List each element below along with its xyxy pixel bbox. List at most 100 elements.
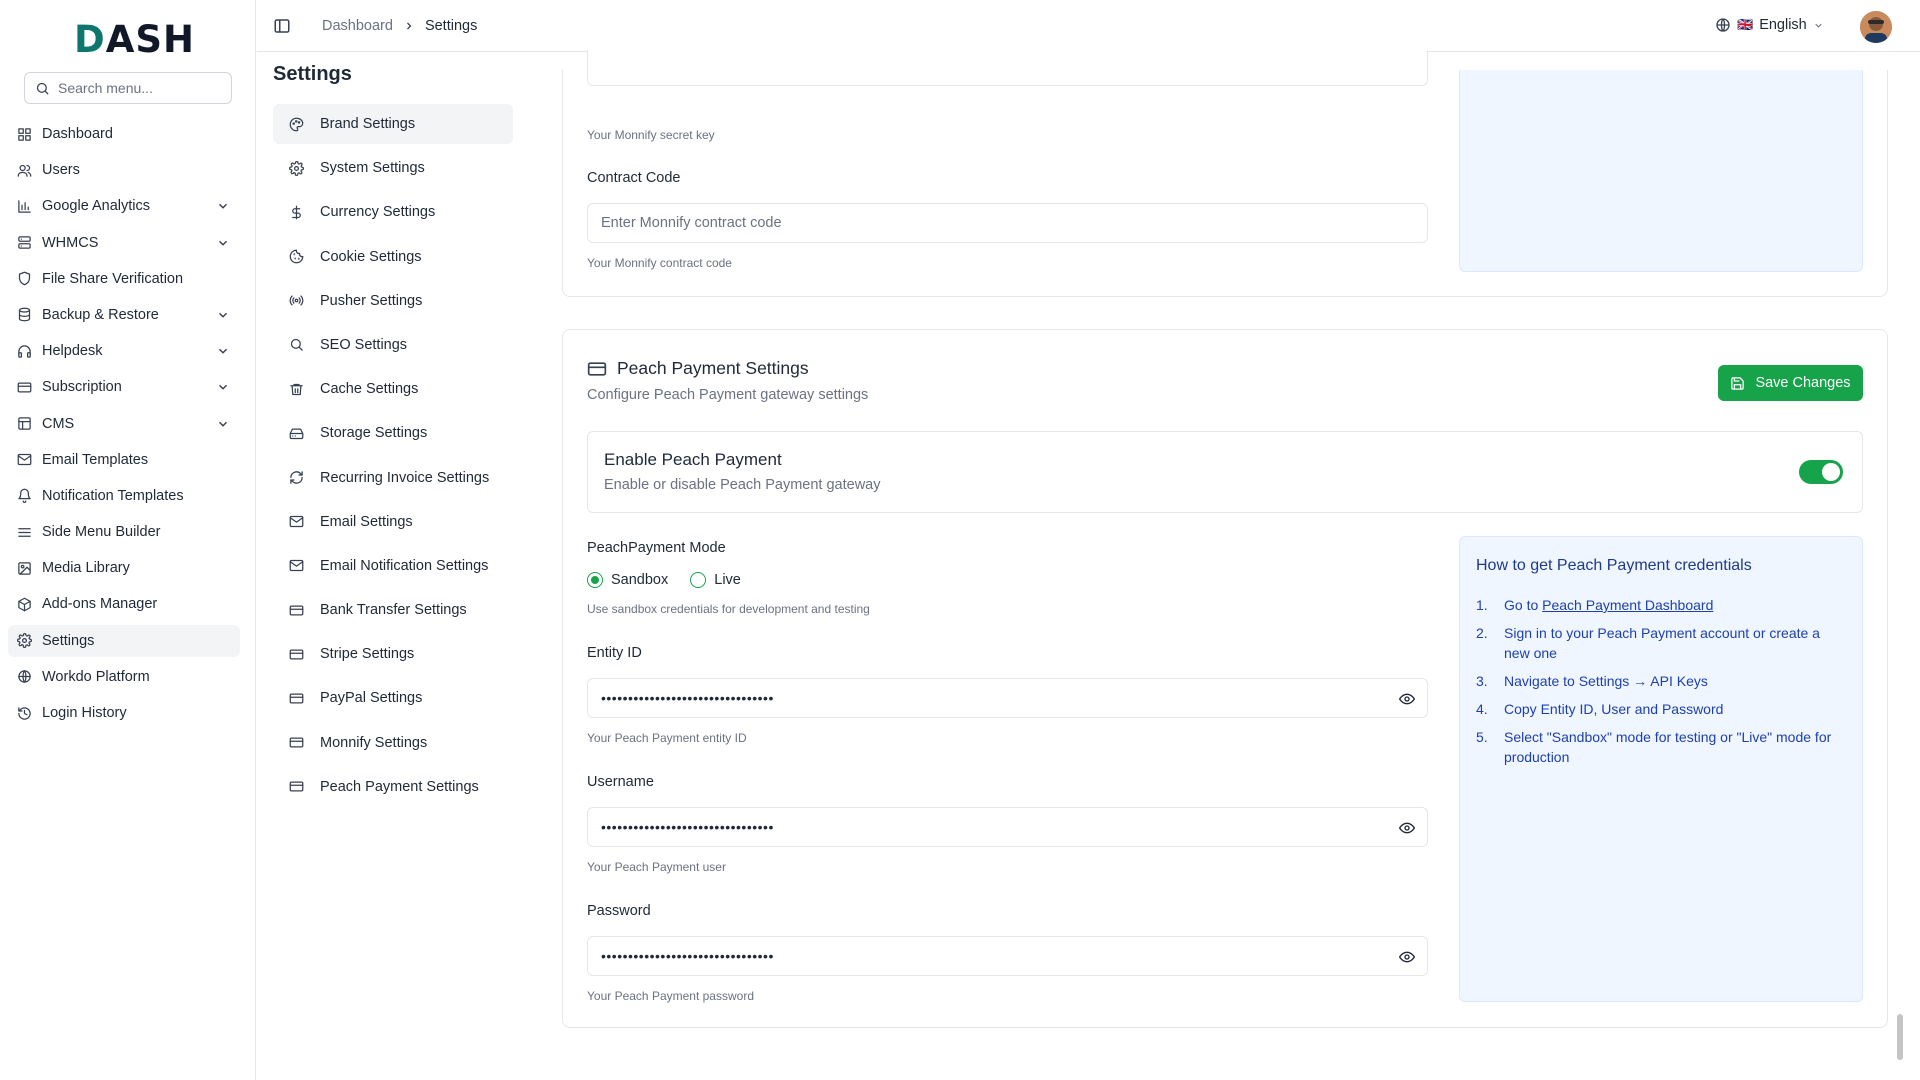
eye-icon[interactable]	[1399, 820, 1415, 836]
entity-id-label: Entity ID	[587, 645, 642, 661]
settings-nav-bank-transfer-settings[interactable]: Bank Transfer Settings	[273, 590, 513, 630]
radio-live-dot[interactable]	[690, 572, 707, 588]
settings-nav-recurring-invoice-settings[interactable]: Recurring Invoice Settings	[273, 458, 513, 498]
save-changes-button[interactable]: Save Changes	[1718, 365, 1863, 401]
radio-sandbox-dot[interactable]	[587, 572, 603, 588]
eye-icon[interactable]	[1399, 691, 1415, 707]
sidebar-item-file-share-verification[interactable]: File Share Verification	[8, 263, 240, 295]
settings-nav-paypal-settings[interactable]: PayPal Settings	[273, 678, 513, 718]
settings-nav-currency-settings[interactable]: Currency Settings	[273, 192, 513, 232]
step-number: 1.	[1476, 597, 1488, 613]
peach-dashboard-link[interactable]: Peach Payment Dashboard	[1542, 597, 1713, 613]
radio-sandbox[interactable]: Sandbox	[587, 572, 668, 588]
settings-nav-label: SEO Settings	[320, 336, 408, 353]
layout-icon	[18, 417, 31, 430]
breadcrumb: Dashboard Settings	[322, 18, 477, 34]
sidebar-item-label: Helpdesk	[42, 343, 103, 360]
sidebar-item-media-library[interactable]: Media Library	[8, 552, 240, 584]
mode-label: PeachPayment Mode	[587, 540, 726, 556]
chevron-down-icon	[1815, 23, 1822, 28]
sidebar-item-label: Workdo Platform	[42, 668, 150, 685]
sidebar-item-workdo-platform[interactable]: Workdo Platform	[8, 661, 240, 693]
sidebar-item-side-menu-builder[interactable]: Side Menu Builder	[8, 516, 240, 548]
settings-nav-email-settings[interactable]: Email Settings	[273, 502, 513, 542]
sidebar-item-google-analytics[interactable]: Google Analytics	[8, 190, 240, 222]
sidebar-item-label: File Share Verification	[42, 270, 184, 287]
settings-nav-seo-settings[interactable]: SEO Settings	[273, 325, 513, 365]
settings-nav-peach-payment-settings[interactable]: Peach Payment Settings	[273, 767, 513, 807]
language-label: English	[1759, 17, 1807, 33]
how-to-title: How to get Peach Payment credentials	[1476, 557, 1752, 574]
sidebar-item-subscription[interactable]: Subscription	[8, 371, 240, 403]
settings-nav-stripe-settings[interactable]: Stripe Settings	[273, 634, 513, 674]
dollar-icon	[292, 205, 301, 220]
sidebar-item-label: Google Analytics	[42, 198, 151, 215]
settings-nav-label: Cookie Settings	[320, 248, 422, 265]
monnify-secret-key-input[interactable]	[587, 50, 1428, 86]
username-input[interactable]: ••••••••••••••••••••••••••••••••	[587, 807, 1428, 847]
enable-title: Enable Peach Payment	[604, 450, 782, 469]
app-logo[interactable]: DASH	[74, 18, 195, 61]
image-icon	[18, 562, 31, 575]
username-label: Username	[587, 774, 654, 790]
sidebar-item-users[interactable]: Users	[8, 154, 240, 186]
sidebar-item-helpdesk[interactable]: Helpdesk	[8, 335, 240, 367]
settings-nav: Brand Settings System Settings Currency Se…	[273, 104, 513, 811]
contract-code-input[interactable]: Enter Monnify contract code	[587, 203, 1428, 243]
settings-nav-cache-settings[interactable]: Cache Settings	[273, 369, 513, 409]
peach-payment-settings-card: Peach Payment Settings Configure Peach P…	[562, 329, 1888, 1028]
monnify-info-box	[1459, 70, 1863, 272]
breadcrumb-dashboard[interactable]: Dashboard	[322, 18, 393, 34]
password-value: ••••••••••••••••••••••••••••••••	[601, 948, 774, 964]
radio-live[interactable]: Live	[690, 572, 741, 588]
settings-nav-system-settings[interactable]: System Settings	[273, 148, 513, 188]
enable-peach-payment-toggle[interactable]	[1799, 460, 1843, 484]
sidebar-item-settings[interactable]: Settings	[8, 624, 240, 657]
settings-nav-cookie-settings[interactable]: Cookie Settings	[273, 237, 513, 277]
sidebar-toggle-icon[interactable]	[273, 17, 291, 35]
sidebar-item-add-ons-manager[interactable]: Add-ons Manager	[8, 588, 240, 620]
password-input[interactable]: ••••••••••••••••••••••••••••••••	[587, 936, 1428, 976]
sidebar-item-notification-templates[interactable]: Notification Templates	[8, 480, 240, 512]
settings-nav-monnify-settings[interactable]: Monnify Settings	[273, 723, 513, 763]
chevron-down-icon	[218, 204, 228, 210]
sidebar-item-login-history[interactable]: Login History	[8, 697, 240, 729]
card-description: Configure Peach Payment gateway settings	[587, 387, 869, 403]
settings-nav-label: Currency Settings	[320, 204, 436, 221]
settings-nav-label: Recurring Invoice Settings	[320, 469, 490, 486]
mail-icon	[17, 454, 32, 466]
chevron-down-icon	[218, 240, 228, 246]
save-icon	[1731, 376, 1745, 390]
scrollbar-thumb[interactable]	[1897, 1014, 1903, 1060]
username-hint: Your Peach Payment user	[587, 860, 726, 874]
sidebar-item-whmcs[interactable]: WHMCS	[8, 227, 240, 259]
search-icon	[36, 82, 49, 95]
radio-sandbox-label: Sandbox	[611, 572, 669, 588]
headphones-icon	[18, 344, 31, 358]
search-icon	[290, 339, 303, 352]
sidebar-item-label: Users	[42, 162, 80, 179]
avatar[interactable]	[1860, 11, 1892, 43]
database-icon	[18, 308, 31, 322]
page-title: Settings	[273, 63, 352, 85]
settings-nav-email-notification-settings[interactable]: Email Notification Settings	[273, 546, 513, 586]
search-input[interactable]: Search menu...	[24, 72, 232, 104]
radio-live-label: Live	[714, 572, 741, 588]
chevron-down-icon	[218, 348, 228, 354]
sidebar-item-cms[interactable]: CMS	[8, 408, 240, 440]
secret-key-hint: Your Monnify secret key	[587, 128, 715, 142]
settings-nav-pusher-settings[interactable]: Pusher Settings	[273, 281, 513, 321]
step-text: Go to Peach Payment Dashboard	[1504, 595, 1713, 615]
credit-card-icon	[289, 737, 304, 748]
settings-nav-storage-settings[interactable]: Storage Settings	[273, 413, 513, 453]
entity-id-hint: Your Peach Payment entity ID	[587, 731, 747, 745]
mail-icon	[289, 516, 304, 528]
eye-icon[interactable]	[1399, 949, 1415, 965]
settings-nav-brand-settings[interactable]: Brand Settings	[273, 104, 513, 144]
entity-id-input[interactable]: ••••••••••••••••••••••••••••••••	[587, 678, 1428, 718]
language-selector[interactable]: 🇬🇧 English	[1715, 17, 1824, 33]
sidebar-item-email-templates[interactable]: Email Templates	[8, 444, 240, 476]
sidebar-item-dashboard[interactable]: Dashboard	[8, 118, 240, 150]
sidebar-item-backup-restore[interactable]: Backup & Restore	[8, 299, 240, 331]
sidebar-item-label: Dashboard	[42, 126, 113, 142]
